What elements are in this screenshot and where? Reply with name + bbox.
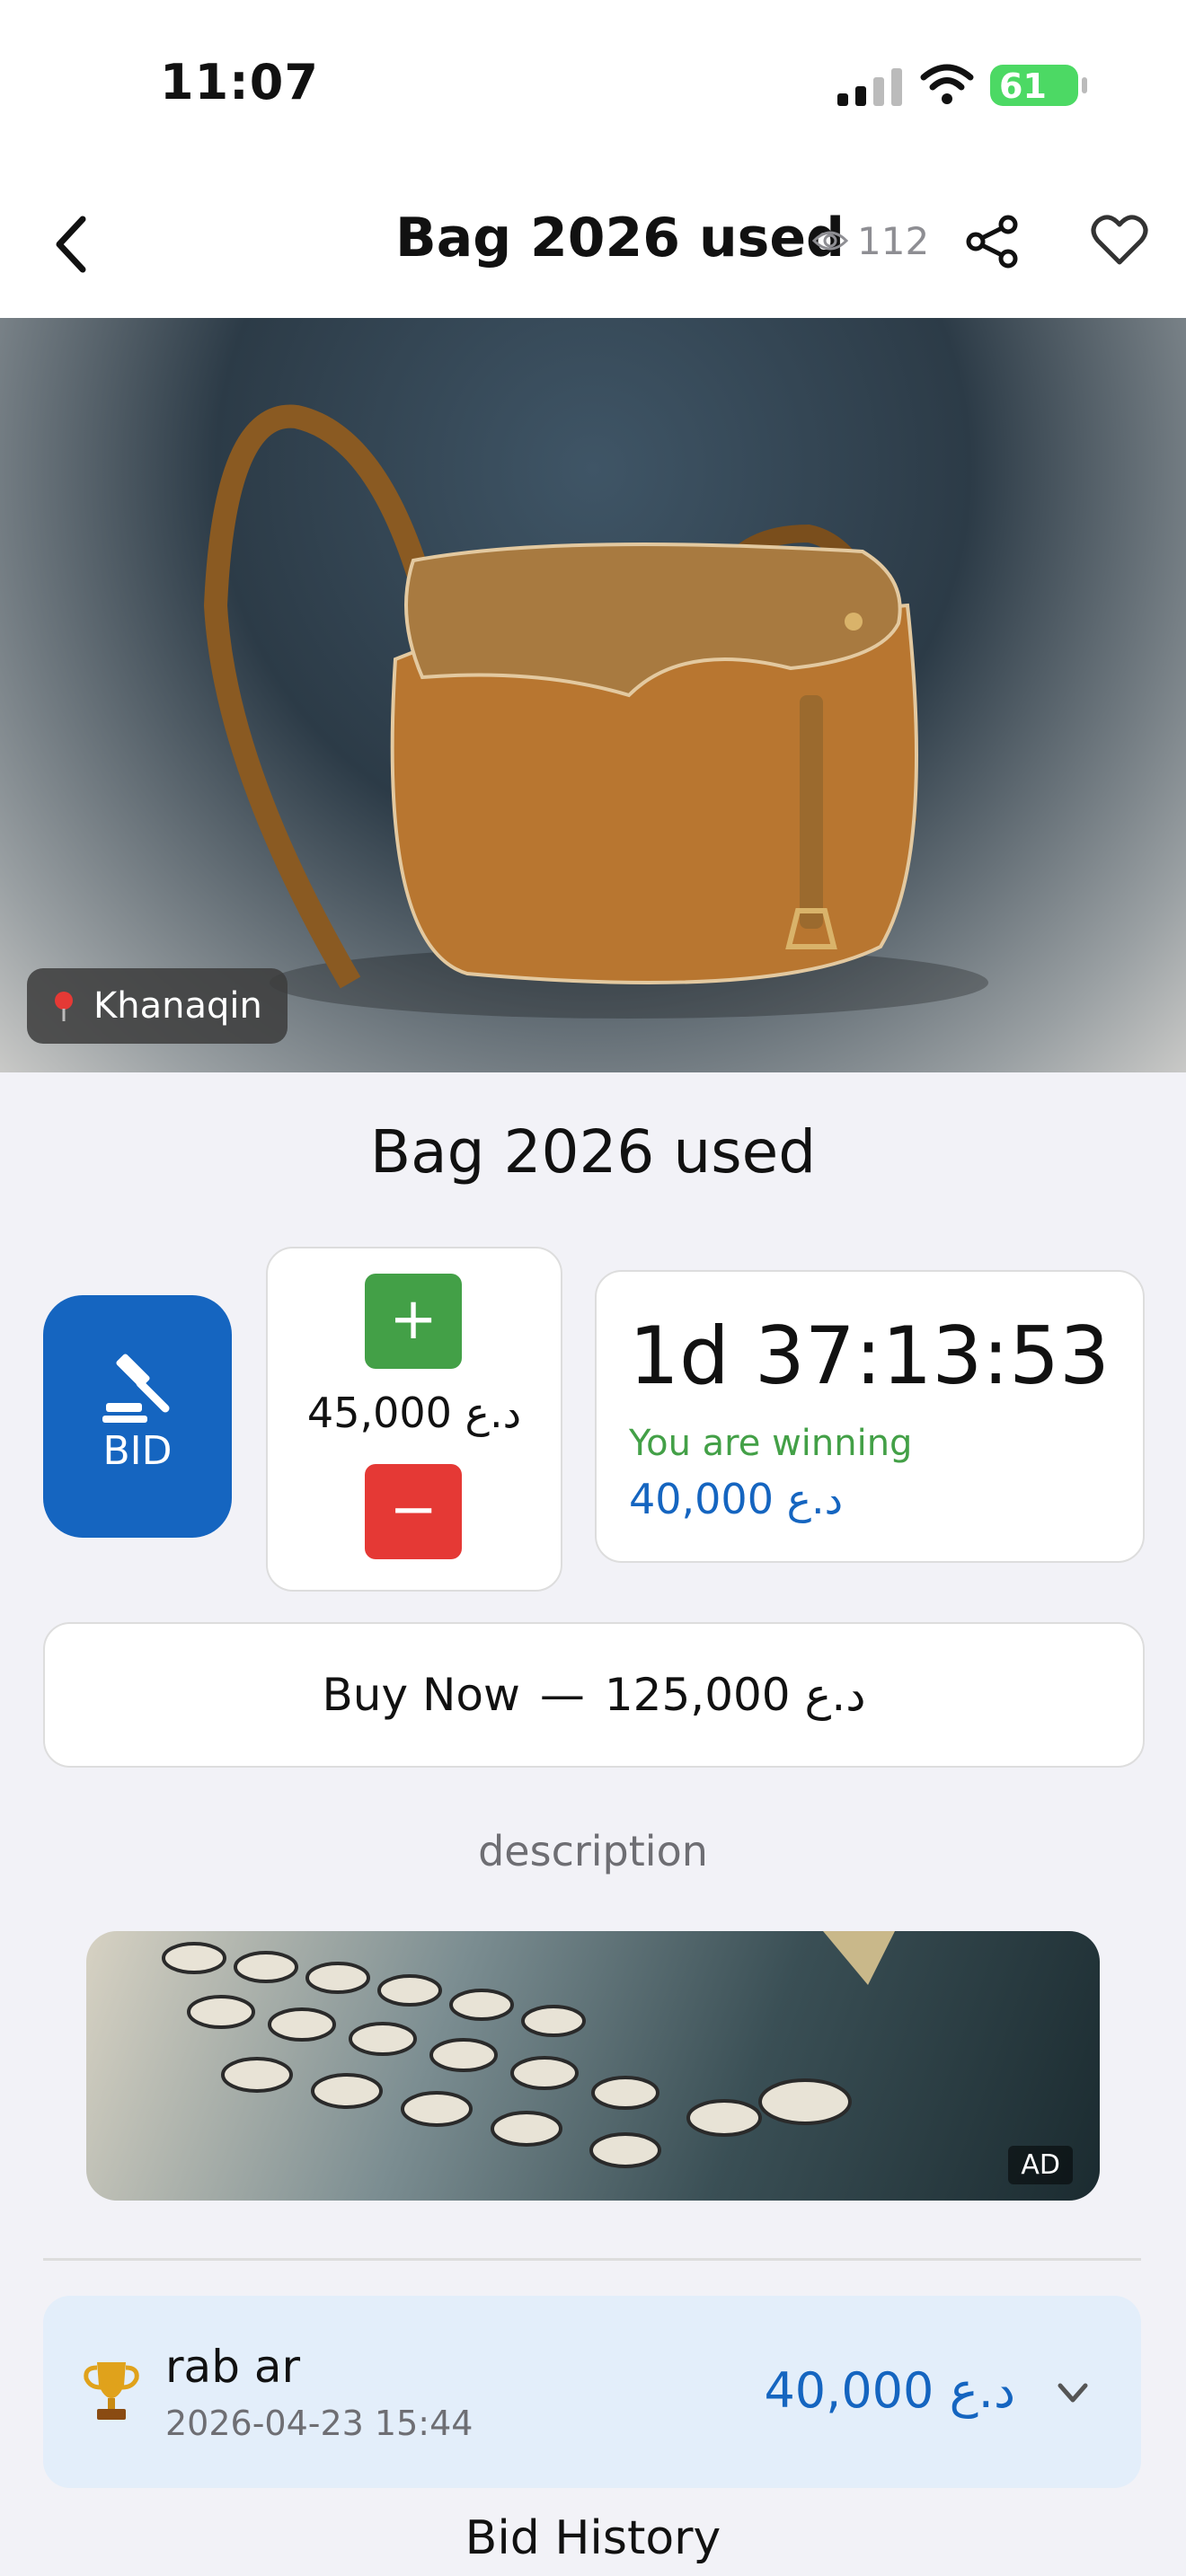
- eye-icon: [812, 231, 848, 251]
- winning-status: You are winning: [629, 1423, 913, 1464]
- wifi-icon: [920, 64, 974, 104]
- bid-button-label: BID: [102, 1428, 173, 1474]
- location-label: Khanaqin: [93, 985, 262, 1027]
- bid-amount-stepper: + 45,000 د.ع −: [266, 1247, 562, 1592]
- top-bid-amount: 40,000 د.ع: [764, 2362, 1015, 2419]
- battery-level: 61: [999, 66, 1047, 106]
- view-count: 112: [857, 219, 930, 263]
- buy-now-label: Buy Now: [322, 1669, 520, 1721]
- countdown-timer: 1d 37:13:53: [629, 1310, 1111, 1402]
- pin-icon: [55, 992, 73, 1021]
- status-time: 11:07: [160, 54, 319, 110]
- share-icon[interactable]: [963, 212, 1022, 271]
- auction-timer-card: 1d 37:13:53 You are winning 40,000 د.ع: [595, 1270, 1145, 1563]
- increase-bid-button[interactable]: +: [365, 1274, 462, 1369]
- bid-history-heading[interactable]: Bid History: [0, 2511, 1186, 2565]
- top-bidder-name: rab ar: [165, 2341, 301, 2393]
- back-chevron-icon[interactable]: [47, 208, 101, 280]
- location-chip: Khanaqin: [27, 968, 288, 1044]
- ad-badge: AD: [1008, 2146, 1073, 2184]
- top-bid-row[interactable]: rab ar 2026-04-23 15:44 40,000 د.ع: [43, 2296, 1141, 2488]
- decrease-bid-button[interactable]: −: [365, 1464, 462, 1559]
- divider: [43, 2258, 1141, 2261]
- buy-now-button[interactable]: Buy Now — 125,000 د.ع: [43, 1622, 1145, 1768]
- buy-now-price: 125,000 د.ع: [604, 1669, 866, 1721]
- product-image[interactable]: [0, 318, 1186, 1072]
- battery-cap: [1082, 77, 1087, 93]
- current-bid: 40,000 د.ع: [629, 1475, 844, 1523]
- typewriter-illustration: [162, 1931, 895, 2168]
- battery-indicator: 61: [990, 65, 1087, 106]
- heart-icon[interactable]: [1091, 214, 1148, 268]
- ad-banner[interactable]: AD: [86, 1931, 1100, 2201]
- chevron-down-icon[interactable]: [1053, 2373, 1093, 2413]
- bag-illustration: [203, 404, 988, 1019]
- signal-icon: [837, 68, 902, 106]
- bid-amount-value: 45,000 د.ع: [306, 1389, 522, 1437]
- buy-now-separator: —: [539, 1669, 585, 1721]
- trophy-icon: [84, 2362, 139, 2420]
- bid-button[interactable]: BID: [43, 1295, 232, 1538]
- gavel-icon: [102, 1354, 170, 1423]
- top-bid-date: 2026-04-23 15:44: [165, 2404, 474, 2443]
- product-title: Bag 2026 used: [369, 1117, 817, 1187]
- description-heading: description: [478, 1827, 708, 1875]
- page-title: Bag 2026 used: [395, 207, 845, 269]
